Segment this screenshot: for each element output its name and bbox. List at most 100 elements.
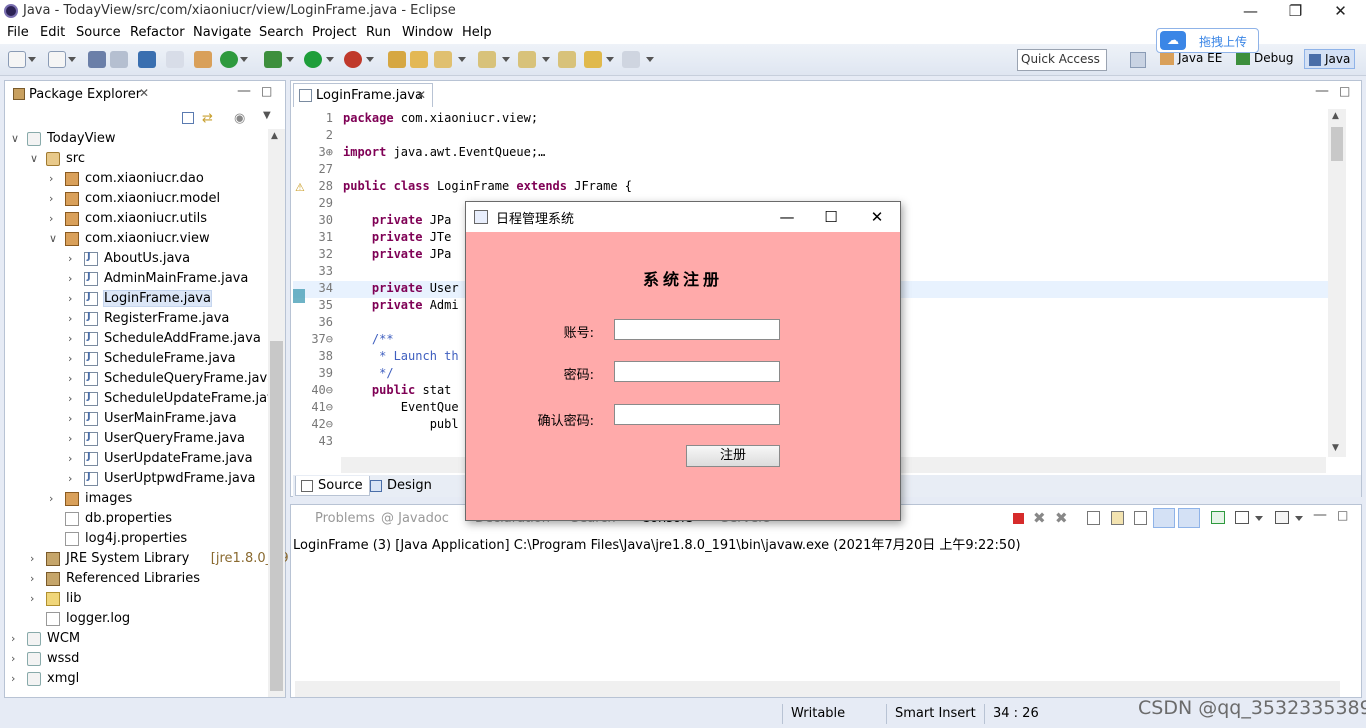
run-icon[interactable]: [304, 51, 322, 68]
new-package-icon[interactable]: [48, 51, 66, 68]
back-icon[interactable]: [584, 51, 602, 68]
chevron-right-icon[interactable]: ›: [49, 492, 53, 505]
chevron-down-icon[interactable]: ∨: [30, 152, 38, 165]
chevron-right-icon[interactable]: ›: [30, 552, 34, 565]
chevron-down-icon[interactable]: [240, 57, 248, 62]
show-on-stderr-icon[interactable]: [1178, 508, 1200, 528]
new-icon[interactable]: [8, 51, 26, 68]
menu-refactor[interactable]: Refactor: [130, 25, 185, 40]
chevron-right-icon[interactable]: ›: [11, 652, 15, 665]
chevron-down-icon[interactable]: [68, 57, 76, 62]
menu-window[interactable]: Window: [402, 25, 453, 40]
chevron-right-icon[interactable]: ›: [49, 172, 53, 185]
display-console-icon[interactable]: [1235, 511, 1249, 524]
perspective-java-ee[interactable]: Java EE: [1160, 51, 1222, 65]
tab-design[interactable]: Design: [365, 476, 438, 496]
perspective-debug[interactable]: Debug: [1236, 51, 1293, 65]
console-horizontal-scrollbar[interactable]: [295, 681, 1340, 697]
chevron-right-icon[interactable]: ›: [68, 252, 72, 265]
build-icon[interactable]: [194, 51, 212, 68]
chevron-down-icon[interactable]: ∨: [11, 132, 19, 145]
scroll-thumb[interactable]: [270, 341, 283, 691]
chevron-down-icon[interactable]: [542, 57, 550, 62]
open-console-icon[interactable]: [1275, 511, 1289, 524]
package-explorer-tab[interactable]: Package Explorer ✕: [7, 83, 157, 105]
minimize-view-icon[interactable]: —: [237, 83, 251, 99]
menu-file[interactable]: File: [7, 25, 29, 40]
scroll-down-icon[interactable]: ▼: [1332, 443, 1339, 453]
close-icon[interactable]: ✕: [1318, 0, 1363, 22]
tab-problems[interactable]: Problems: [315, 511, 375, 526]
tab-javadoc[interactable]: @ Javadoc: [381, 511, 449, 526]
forward-icon[interactable]: [622, 51, 640, 68]
chevron-right-icon[interactable]: ›: [68, 412, 72, 425]
menu-source[interactable]: Source: [76, 25, 121, 40]
console-output[interactable]: [293, 553, 1359, 681]
perspective-java[interactable]: Java: [1304, 49, 1356, 69]
scroll-up-icon[interactable]: ▲: [1332, 111, 1339, 121]
scroll-thumb[interactable]: [1331, 127, 1343, 161]
chevron-right-icon[interactable]: ›: [30, 572, 34, 585]
chevron-right-icon[interactable]: ›: [68, 312, 72, 325]
package-explorer-scrollbar[interactable]: ▲: [268, 129, 285, 697]
code-line[interactable]: 27: [293, 162, 1328, 179]
remove-launch-icon[interactable]: ✖: [1033, 509, 1046, 527]
last-edit-icon[interactable]: [558, 51, 576, 68]
confirm-password-input[interactable]: [614, 404, 780, 425]
chevron-down-icon[interactable]: [286, 57, 294, 62]
minimize-view-icon[interactable]: —: [1313, 507, 1327, 523]
save-icon[interactable]: [88, 51, 106, 68]
code-line[interactable]: 1 package com.xiaoniucr.view;: [293, 111, 1328, 128]
search-icon[interactable]: [434, 51, 452, 68]
debug-icon[interactable]: [264, 51, 282, 68]
restore-icon[interactable]: ❐: [1273, 0, 1318, 22]
chevron-right-icon[interactable]: ›: [68, 292, 72, 305]
menu-navigate[interactable]: Navigate: [193, 25, 251, 40]
terminate-icon[interactable]: [1013, 513, 1024, 524]
chevron-down-icon[interactable]: [1255, 516, 1263, 521]
menu-help[interactable]: Help: [462, 25, 492, 40]
pin-console-icon[interactable]: [1211, 511, 1225, 524]
chevron-right-icon[interactable]: ›: [68, 452, 72, 465]
maximize-view-icon[interactable]: □: [1339, 84, 1350, 98]
code-line[interactable]: 3⊕ import java.awt.EventQueue;…: [293, 145, 1328, 162]
chevron-right-icon[interactable]: ›: [11, 672, 15, 685]
chevron-down-icon[interactable]: [326, 57, 334, 62]
clear-console-icon[interactable]: [1087, 511, 1100, 525]
open-type-icon[interactable]: [388, 51, 406, 68]
chevron-down-icon[interactable]: [366, 57, 374, 62]
skip-breakpoints-icon[interactable]: [166, 51, 184, 68]
code-line[interactable]: 28 public class LoginFrame extends JFrame…: [293, 179, 1328, 196]
chevron-right-icon[interactable]: ›: [49, 192, 53, 205]
chevron-down-icon[interactable]: [1295, 516, 1303, 521]
focus-icon[interactable]: ◉: [234, 111, 245, 126]
maximize-view-icon[interactable]: □: [261, 84, 272, 98]
chevron-down-icon[interactable]: [606, 57, 614, 62]
maximize-icon[interactable]: ☐: [808, 202, 854, 232]
chevron-right-icon[interactable]: ›: [30, 592, 34, 605]
menu-edit[interactable]: Edit: [40, 25, 65, 40]
minimize-icon[interactable]: —: [764, 202, 810, 232]
link-editor-icon[interactable]: ⇄: [202, 111, 213, 126]
password-input[interactable]: [614, 361, 780, 382]
chevron-right-icon[interactable]: ›: [68, 432, 72, 445]
chevron-right-icon[interactable]: ›: [68, 372, 72, 385]
save-all-icon[interactable]: [110, 51, 128, 68]
quick-access-input[interactable]: Quick Access: [1017, 49, 1107, 71]
close-icon[interactable]: ✕: [854, 202, 900, 232]
chevron-right-icon[interactable]: ›: [68, 472, 72, 485]
open-folder-icon[interactable]: [410, 51, 428, 68]
chevron-right-icon[interactable]: ›: [49, 212, 53, 225]
close-tab-icon[interactable]: ✕: [139, 86, 149, 100]
scroll-lock-icon[interactable]: [1111, 511, 1124, 525]
account-input[interactable]: [614, 319, 780, 340]
console-icon[interactable]: [138, 51, 156, 68]
refresh-icon[interactable]: [220, 51, 238, 68]
word-wrap-icon[interactable]: [1134, 511, 1147, 525]
drag-upload-button[interactable]: ☁ 拖拽上传: [1156, 28, 1259, 53]
chevron-down-icon[interactable]: [28, 57, 36, 62]
next-annotation-icon[interactable]: [478, 51, 496, 68]
chevron-down-icon[interactable]: [502, 57, 510, 62]
chevron-right-icon[interactable]: ›: [68, 332, 72, 345]
chevron-down-icon[interactable]: [646, 57, 654, 62]
